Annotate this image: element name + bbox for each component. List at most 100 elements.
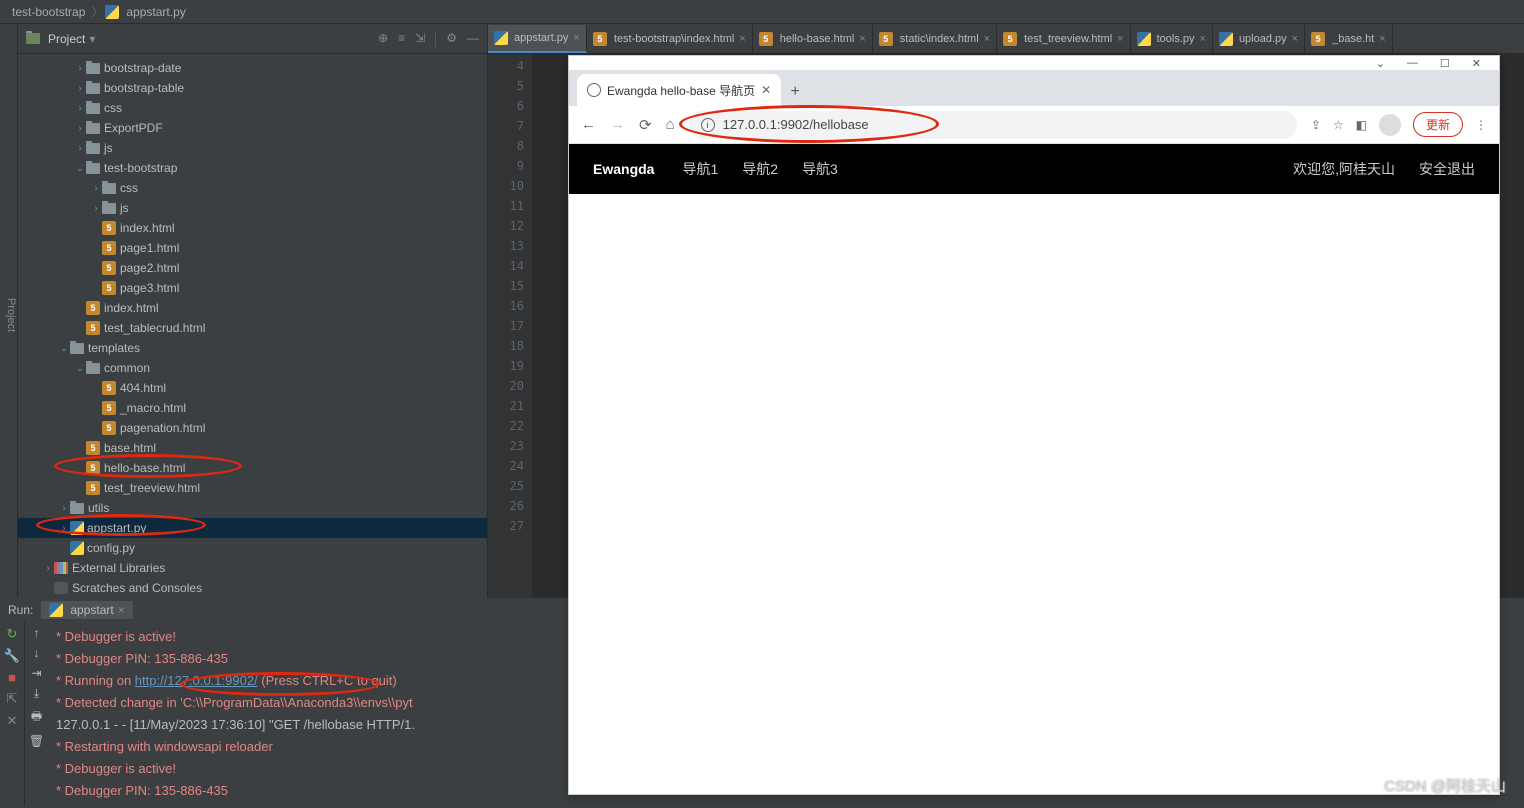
tree-item[interactable]: ⌄common [18,358,487,378]
tree-item[interactable]: ›js [18,198,487,218]
editor-tab[interactable]: _base.ht× [1305,25,1393,53]
bookmark-icon[interactable]: ☆ [1333,118,1344,132]
minimize-icon[interactable]: — [1407,57,1418,69]
nav-link-3[interactable]: 导航3 [802,159,838,179]
reload-icon[interactable]: ⟳ [639,116,652,134]
tree-item[interactable]: ⌄test-bootstrap [18,158,487,178]
run-tab-name[interactable]: appstart [70,603,113,617]
gear-icon[interactable]: ⚙ [446,31,457,47]
close-icon[interactable]: × [1292,33,1298,45]
tab-label: test-bootstrap\index.html [614,33,734,45]
trash-icon[interactable]: 🗑 [29,734,44,748]
url-link[interactable]: http://127.0.0.1:9902/ [135,673,258,688]
editor-tab[interactable]: appstart.py× [488,25,587,53]
tree-item[interactable]: base.html [18,438,487,458]
profile-icon[interactable] [1379,114,1401,136]
chevron-icon: › [90,203,102,214]
close-icon[interactable]: × [118,603,125,617]
tree-item[interactable]: ›bootstrap-table [18,78,487,98]
close-icon[interactable]: × [1379,33,1385,45]
dropdown-icon[interactable]: ▾ [89,32,95,46]
tree-item[interactable]: page2.html [18,258,487,278]
project-side-tab[interactable]: Project [0,24,18,598]
share-icon[interactable]: ⇪ [1311,118,1321,132]
tree-item[interactable]: ›js [18,138,487,158]
wrap-icon[interactable]: ⇥ [31,666,41,680]
forward-icon[interactable]: → [610,116,625,133]
scratch-icon [54,582,68,594]
browser-tab[interactable]: Ewangda hello-base 导航页 ✕ [577,74,781,106]
up-icon[interactable]: ↑ [34,626,40,640]
close-icon[interactable]: × [1117,33,1123,45]
tree-item[interactable]: config.py [18,538,487,558]
close-icon[interactable]: × [739,33,745,45]
editor-tab[interactable]: upload.py× [1213,25,1305,53]
back-icon[interactable]: ← [581,116,596,133]
tree-item[interactable]: ›ExportPDF [18,118,487,138]
close-icon[interactable]: × [859,33,865,45]
collapse-icon[interactable]: ⇲ [415,31,425,47]
editor-tab[interactable]: hello-base.html× [753,25,873,53]
menu-icon[interactable]: ⋮ [1475,118,1487,132]
hide-icon[interactable]: — [467,31,479,47]
tree-item[interactable]: page1.html [18,238,487,258]
tree-item[interactable]: 404.html [18,378,487,398]
tree-item[interactable]: page3.html [18,278,487,298]
wrench-icon[interactable]: 🔧 [4,648,20,664]
tree-item[interactable]: ›css [18,178,487,198]
scroll-icon[interactable]: ⤓ [34,686,39,701]
extensions-icon[interactable]: ◧ [1356,118,1367,132]
close-icon[interactable]: ✕ [1472,57,1481,70]
editor-tabs[interactable]: appstart.py×test-bootstrap\index.html×he… [488,24,1524,54]
exit-icon[interactable]: ⇱ [7,691,18,707]
editor-tab[interactable]: test_treeview.html× [997,25,1130,53]
down-icon[interactable]: ↓ [34,646,40,660]
tree-label: 404.html [120,381,166,395]
tree-item[interactable]: ⌄templates [18,338,487,358]
new-tab-button[interactable]: + [781,78,809,106]
tree-item[interactable]: test_tablecrud.html [18,318,487,338]
tree-item[interactable]: ›External Libraries [18,558,487,578]
crumb-file[interactable]: appstart.py [122,5,189,19]
tree-item[interactable]: hello-base.html [18,458,487,478]
chevron-icon: › [90,183,102,194]
tree-item[interactable]: index.html [18,298,487,318]
stop-icon[interactable]: ■ [8,670,16,685]
editor-tab[interactable]: test-bootstrap\index.html × [587,25,753,53]
tree-item[interactable]: _macro.html [18,398,487,418]
print-icon[interactable]: 🖶 [31,707,42,728]
locate-icon[interactable]: ⊕ [378,31,388,47]
tree-item[interactable]: Scratches and Consoles [18,578,487,598]
project-tree[interactable]: ›bootstrap-date›bootstrap-table›css›Expo… [18,54,487,598]
crumb-root[interactable]: test-bootstrap [8,5,89,19]
tree-item[interactable]: ›bootstrap-date [18,58,487,78]
tree-item[interactable]: pagenation.html [18,418,487,438]
tree-label: bootstrap-table [104,81,184,95]
rerun-icon[interactable]: ↻ [7,626,18,642]
close-icon[interactable]: × [573,32,579,44]
chevron-down-icon[interactable]: ⌄ [1376,57,1385,70]
navbar-brand[interactable]: Ewangda [593,161,654,177]
tree-item[interactable]: ›css [18,98,487,118]
nav-link-1[interactable]: 导航1 [682,159,718,179]
close-icon[interactable]: × [984,33,990,45]
tree-item[interactable]: ›utils [18,498,487,518]
nav-link-2[interactable]: 导航2 [742,159,778,179]
update-button[interactable]: 更新 [1413,112,1463,137]
info-icon[interactable]: i [701,118,715,132]
home-icon[interactable]: ⌂ [666,116,675,133]
tree-item[interactable]: index.html [18,218,487,238]
tree-item[interactable]: ›appstart.py [18,518,487,538]
editor-tab[interactable]: static\index.html× [873,25,997,53]
tree-item[interactable]: test_treeview.html [18,478,487,498]
editor-tab[interactable]: tools.py× [1131,25,1213,53]
expand-icon[interactable]: ≡ [398,31,405,47]
chevron-icon: › [74,143,86,154]
address-bar[interactable]: i 127.0.0.1:9902/hellobase [689,111,1297,139]
close-icon[interactable]: × [1200,33,1206,45]
logout-link[interactable]: 安全退出 [1419,159,1475,179]
maximize-icon[interactable]: ☐ [1440,57,1450,70]
close-icon[interactable]: ✕ [761,83,771,97]
close-icon[interactable]: ✕ [7,713,18,729]
folder-icon [86,163,100,174]
